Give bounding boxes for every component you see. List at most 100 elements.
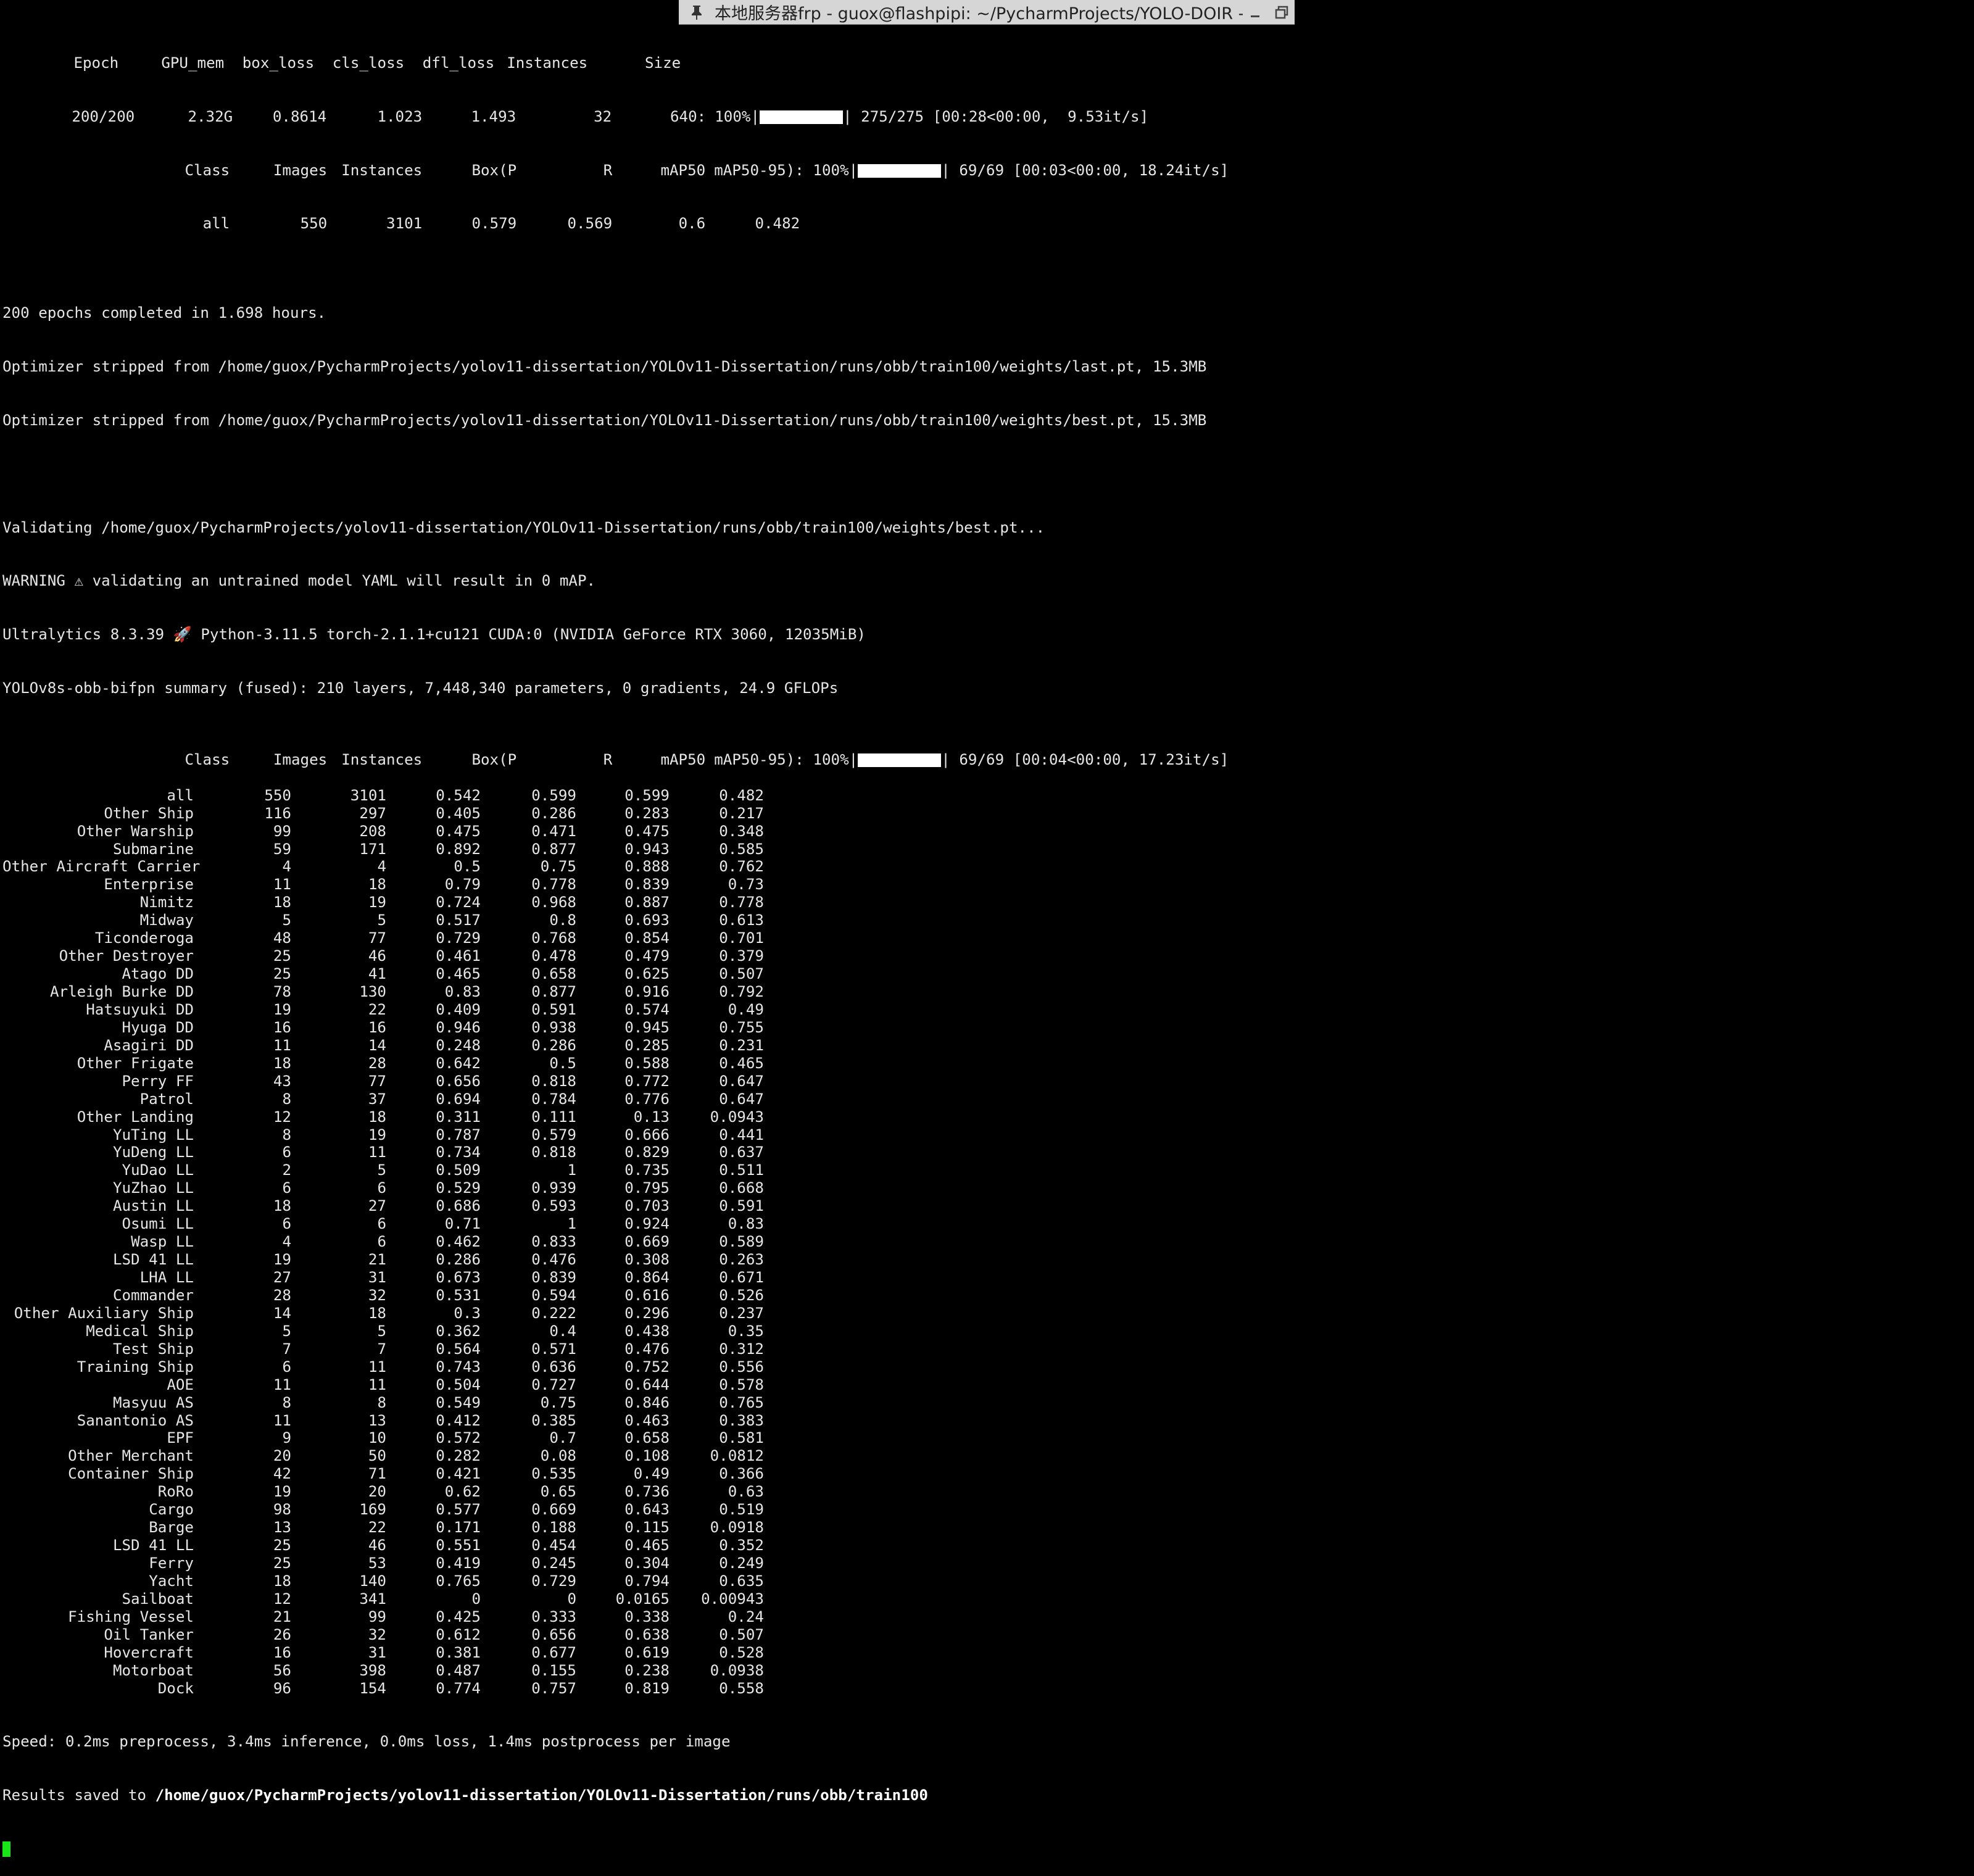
cell-r: 0.286 — [531, 1036, 576, 1054]
cell-r: 0.476 — [531, 1251, 576, 1269]
cell-box-p: 0.531 — [436, 1286, 481, 1304]
cell-class: YuDeng LL — [112, 1143, 194, 1161]
cell-class: Enterprise — [104, 876, 194, 894]
cell-map50: 0.943 — [624, 840, 670, 858]
cell-instances: 71 — [368, 1465, 386, 1483]
cell-class: Other Ship — [104, 804, 194, 822]
table-row: Medical Ship 5 5 0.362 0.4 0.438 0.35 — [2, 1322, 1965, 1340]
train-progress-bar — [760, 110, 844, 124]
cell-r: 0.571 — [531, 1340, 576, 1358]
cell-map50-95: 0.578 — [719, 1376, 764, 1393]
cell-map50-95: 0.613 — [719, 911, 764, 929]
cell-map50: 0.285 — [624, 1036, 670, 1054]
cell-box-p: 0.572 — [436, 1429, 481, 1447]
cell-map50: 0.13 — [633, 1108, 670, 1126]
table-row: Dock 96 154 0.774 0.757 0.819 0.558 — [2, 1680, 1965, 1698]
cell-map50: 0.794 — [624, 1572, 670, 1590]
results-path[interactable]: /home/guox/PycharmProjects/yolov11-disse… — [156, 1787, 928, 1804]
table-row: Perry FF 43 77 0.656 0.818 0.772 0.647 — [2, 1073, 1965, 1090]
cell-map50-95: 0.668 — [719, 1179, 764, 1197]
cell-images: 116 — [264, 804, 291, 822]
minimize-icon[interactable] — [1243, 1, 1269, 24]
cell-r: 0.669 — [531, 1501, 576, 1519]
cell-map50-95: 0.00943 — [701, 1590, 764, 1608]
table-row: all 550 3101 0.542 0.599 0.599 0.482 — [2, 787, 1965, 805]
log-line: WARNING ⚠ validating an untrained model … — [2, 572, 596, 590]
cell-map50-95: 0.511 — [719, 1161, 764, 1179]
cell-instances: 19 — [368, 1126, 386, 1143]
cell-map50: 0.666 — [624, 1126, 670, 1143]
cell-images: 25 — [273, 1554, 291, 1572]
cell-instances: 6 — [377, 1215, 386, 1233]
cell-map50-95: 0.379 — [719, 947, 764, 965]
cell-r: 0.08 — [540, 1447, 576, 1465]
cell-images: 12 — [273, 1590, 291, 1608]
table-row: Nimitz 18 19 0.724 0.968 0.887 0.778 — [2, 894, 1965, 911]
cell-map50-95: 0.0943 — [710, 1108, 764, 1126]
cell-instances: 154 — [359, 1679, 386, 1697]
cell-map50-95: 0.507 — [719, 965, 764, 983]
cell-instances: 11 — [368, 1376, 386, 1393]
cell-instances: 14 — [368, 1036, 386, 1054]
cell-map50-95: 0.73 — [728, 876, 764, 894]
table-row: Other Frigate 18 28 0.642 0.5 0.588 0.465 — [2, 1055, 1965, 1073]
cell-class: LSD 41 LL — [112, 1537, 194, 1554]
cell-r: 0.75 — [540, 858, 576, 876]
cell-instances: 31 — [368, 1269, 386, 1287]
cell-box-p: 0.509 — [436, 1161, 481, 1179]
cell-images: 21 — [273, 1608, 291, 1625]
cell-map50: 0.736 — [624, 1483, 670, 1501]
cell-map50-95: 0.558 — [719, 1679, 764, 1697]
window-title: 本地服务器frp - guox@flashpipi: ~/PycharmProj… — [715, 4, 1243, 23]
cell-r: 0.286 — [531, 804, 576, 822]
cell-r: 0.385 — [531, 1411, 576, 1429]
cell-instances: 6 — [377, 1179, 386, 1197]
cell-images: 25 — [273, 947, 291, 965]
table-row: Enterprise 11 18 0.79 0.778 0.839 0.73 — [2, 876, 1965, 894]
cell-images: 6 — [282, 1215, 291, 1233]
cell-r: 0.188 — [531, 1519, 576, 1537]
cell-box-p: 0.787 — [436, 1126, 481, 1143]
cell-instances: 46 — [368, 947, 386, 965]
cell-images: 6 — [282, 1358, 291, 1376]
window-titlebar[interactable]: 本地服务器frp - guox@flashpipi: ~/PycharmProj… — [679, 0, 1295, 25]
prompt-line[interactable] — [2, 1840, 1965, 1858]
cell-instances: 11 — [368, 1358, 386, 1376]
restore-icon[interactable] — [1269, 1, 1295, 24]
cell-map50-95: 0.591 — [719, 1197, 764, 1215]
dfl-loss-value: 1.493 — [471, 107, 516, 125]
cell-map50: 0.658 — [624, 1429, 670, 1447]
val-header-row-2: Class Images Instances Box(P RmAP50 mAP50-95)… — [2, 733, 1965, 768]
cell-map50: 0.924 — [624, 1215, 670, 1233]
cell-images: 13 — [273, 1519, 291, 1537]
cell-class: Training Ship — [77, 1358, 194, 1376]
cell-class: Barge — [149, 1519, 194, 1537]
cell-r: 0.75 — [540, 1393, 576, 1411]
cell-class: Hatsuyuki DD — [86, 1000, 194, 1018]
train-values-row: 200/200 2.32G 0.8614 1.023 1.493 32 640: 100%| |… — [2, 90, 1965, 125]
cell-images: 4 — [282, 858, 291, 876]
train-progress-stats: | 275/275 [00:28<00:00, 9.53it/s] — [843, 107, 1149, 125]
train-progress-percent: 100%| — [715, 107, 760, 125]
cell-class: Test Ship — [112, 1340, 194, 1358]
pin-icon[interactable] — [689, 4, 705, 20]
cell-map50: 0.338 — [624, 1608, 670, 1625]
cell-box-p: 0.504 — [436, 1376, 481, 1393]
cell-instances: 6 — [377, 1233, 386, 1251]
cell-class: Commander — [112, 1286, 194, 1304]
size-value: 640: — [670, 107, 707, 125]
cell-instances: 27 — [368, 1197, 386, 1215]
cell-map50: 0.693 — [624, 911, 670, 929]
cell-map50-95: 0.24 — [728, 1608, 764, 1625]
cell-box-p: 0.412 — [436, 1411, 481, 1429]
cell-map50: 0.238 — [624, 1661, 670, 1679]
log-line: Validating /home/guox/PycharmProjects/yo… — [2, 518, 1045, 536]
cell-images: 11 — [273, 876, 291, 894]
cell-map50: 0.115 — [624, 1519, 670, 1537]
cell-box-p: 0.734 — [436, 1143, 481, 1161]
cell-box-p: 0.462 — [436, 1233, 481, 1251]
cell-r: 0.877 — [531, 983, 576, 1001]
cell-images: 550 — [300, 215, 328, 233]
terminal-output[interactable]: Epoch GPU_mem box_loss cls_loss dfl_loss Inst… — [2, 1, 1965, 1876]
cell-instances: 16 — [368, 1018, 386, 1036]
